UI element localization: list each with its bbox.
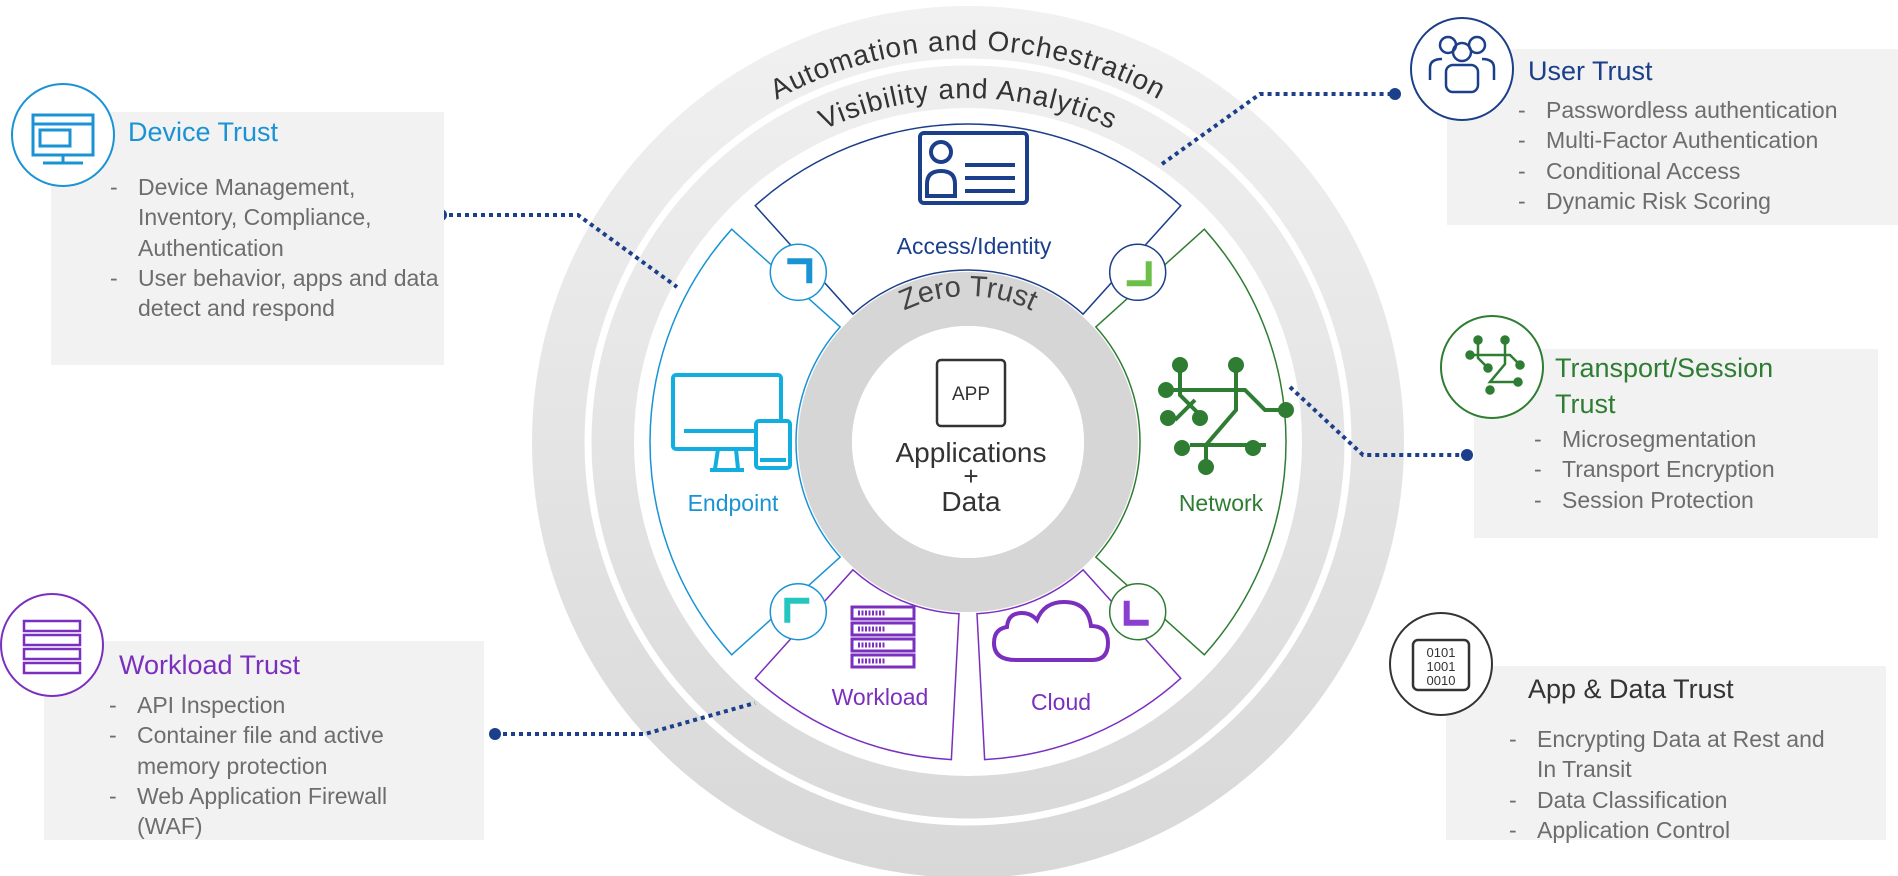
- workload-trust-title: Workload Trust: [119, 650, 301, 680]
- appdata-trust-list: Encrypting Data at Rest and In Transit D…: [1509, 724, 1829, 845]
- server-rack-icon: [0, 593, 104, 697]
- user-trust-list: Passwordless authentication Multi-Factor…: [1518, 95, 1898, 216]
- transport-trust-title-line2: Trust: [1555, 389, 1616, 419]
- list-item: Multi-Factor Authentication: [1518, 125, 1898, 156]
- list-item: Conditional Access: [1518, 156, 1898, 187]
- list-item: Web Application Firewall (WAF): [109, 781, 449, 842]
- list-item: User behavior, apps and data detect and …: [110, 263, 440, 324]
- list-item: Transport Encryption: [1534, 454, 1874, 485]
- list-item: API Inspection: [109, 690, 449, 721]
- list-item: Microsegmentation: [1534, 424, 1874, 455]
- binary-document-icon: 0101 1001 0010: [1389, 612, 1493, 716]
- list-item: Session Protection: [1534, 485, 1874, 516]
- list-item: Application Control: [1509, 815, 1829, 846]
- workload-trust-list: API Inspection Container file and active…: [109, 690, 449, 841]
- monitor-browser-icon: [11, 83, 115, 187]
- binary-line: 1001: [1427, 659, 1456, 674]
- network-nodes-small-icon: [1440, 315, 1544, 419]
- device-trust-list: Device Management, Inventory, Compliance…: [110, 172, 440, 323]
- list-item: Passwordless authentication: [1518, 95, 1898, 126]
- users-group-icon: [1410, 17, 1514, 121]
- binary-line: 0010: [1427, 673, 1456, 688]
- list-item: Dynamic Risk Scoring: [1518, 186, 1898, 217]
- list-item: Container file and active memory protect…: [109, 720, 449, 781]
- list-item: Device Management, Inventory, Compliance…: [110, 172, 440, 263]
- binary-line: 0101: [1427, 645, 1456, 660]
- user-trust-title: User Trust: [1528, 56, 1653, 86]
- device-trust-title: Device Trust: [128, 117, 279, 147]
- list-item: Data Classification: [1509, 785, 1829, 816]
- transport-trust-list: Microsegmentation Transport Encryption S…: [1534, 424, 1874, 515]
- list-item: Encrypting Data at Rest and In Transit: [1509, 724, 1829, 785]
- appdata-trust-title: App & Data Trust: [1528, 674, 1734, 704]
- transport-trust-title-line1: Transport/Session: [1555, 353, 1774, 383]
